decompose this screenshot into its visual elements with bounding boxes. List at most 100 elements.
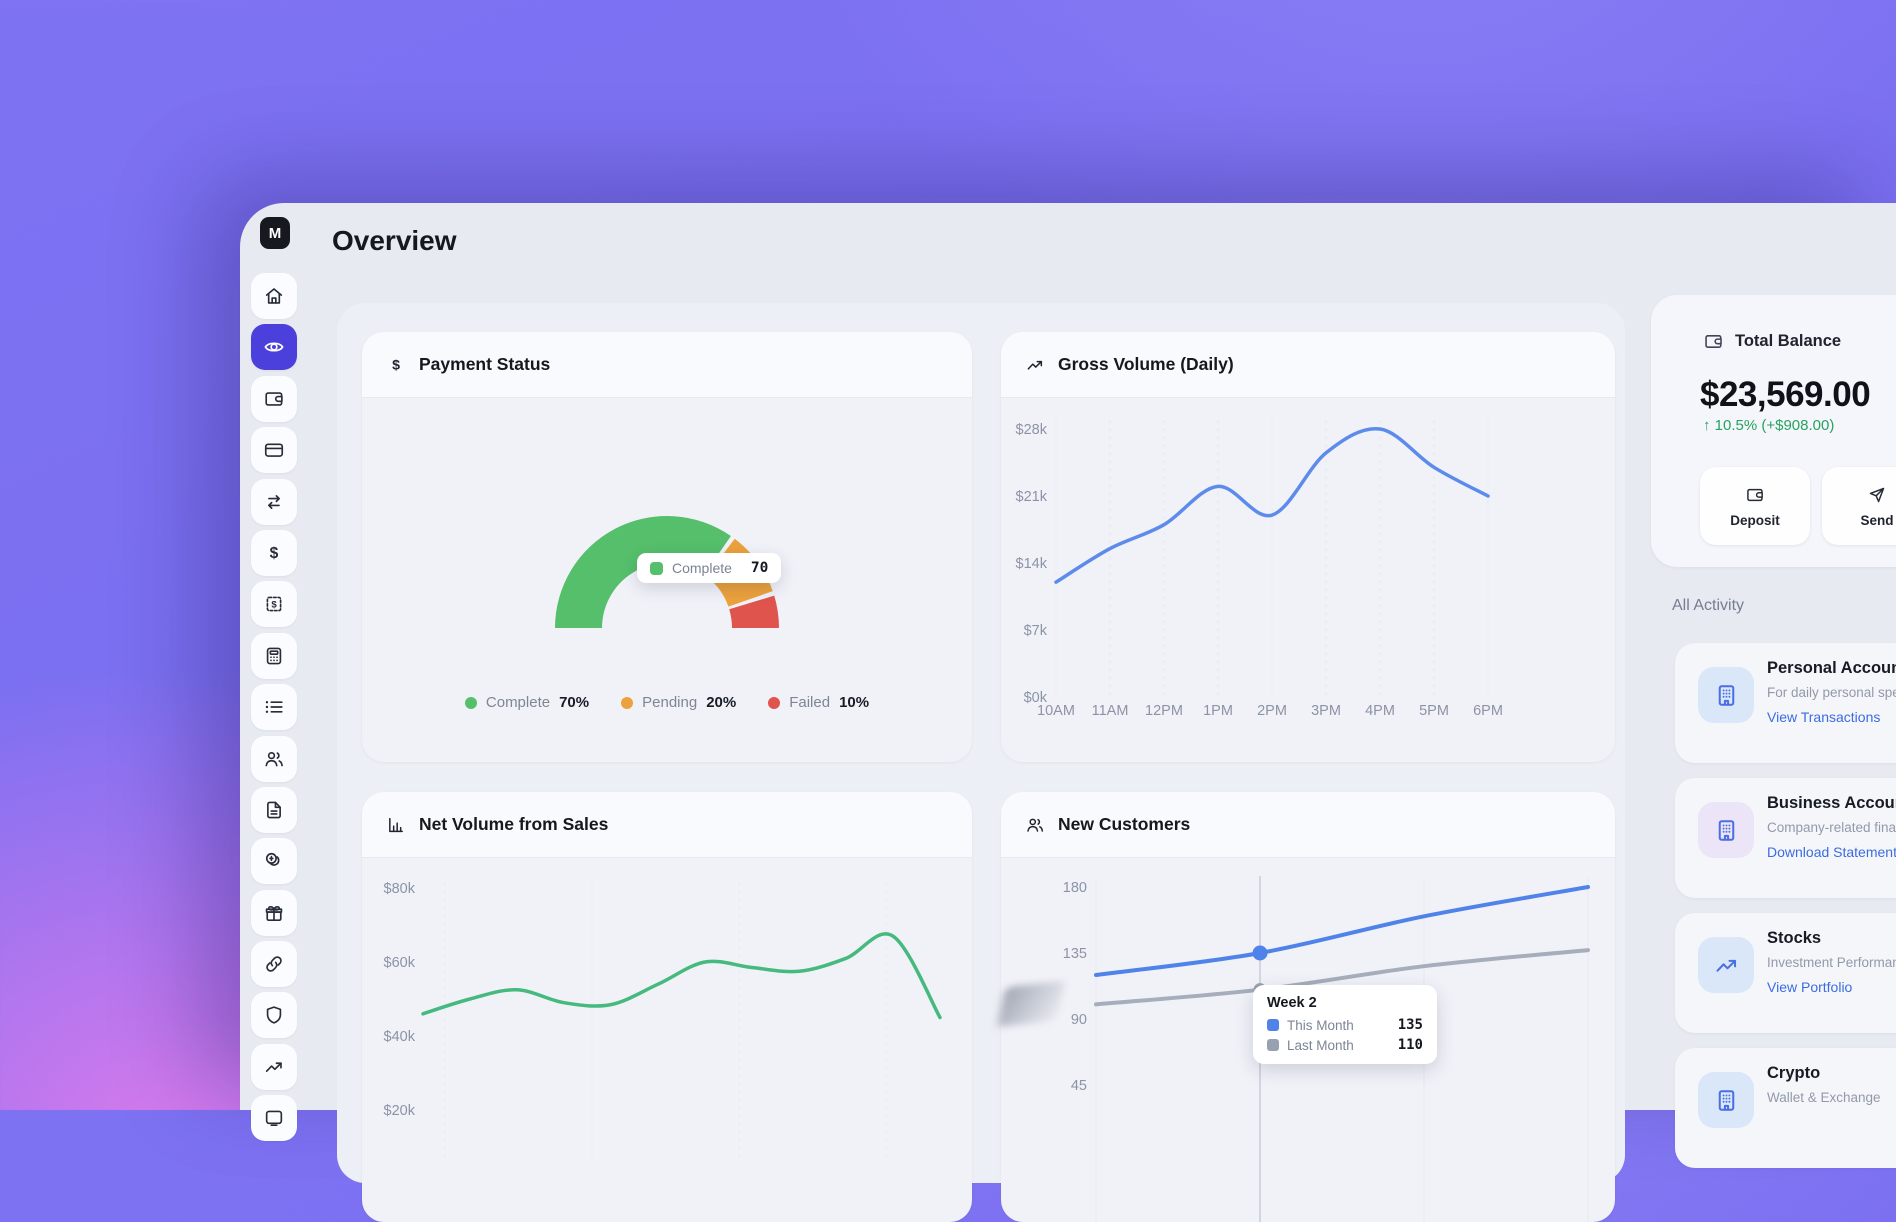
legend-swatch-complete bbox=[650, 562, 663, 575]
send-button[interactable]: Send bbox=[1822, 467, 1896, 545]
legend-dot bbox=[465, 697, 477, 709]
sidebar-item-analytics[interactable] bbox=[251, 1044, 297, 1090]
activity-link[interactable]: Download Statement bbox=[1767, 844, 1896, 860]
all-activity-heading: All Activity bbox=[1672, 597, 1744, 615]
svg-text:11AM: 11AM bbox=[1092, 703, 1129, 719]
tooltip-label: Complete bbox=[672, 560, 732, 576]
legend-value: 20% bbox=[706, 694, 736, 711]
wallet-icon bbox=[263, 388, 285, 410]
dashboard-window: M Overview $$ $ Payment Status Complete … bbox=[240, 203, 1896, 1110]
svg-text:3PM: 3PM bbox=[1311, 703, 1341, 719]
svg-text:1PM: 1PM bbox=[1203, 703, 1233, 719]
sidebar-item-rewards[interactable] bbox=[251, 890, 297, 936]
activity-card-crypto[interactable]: Crypto Wallet & Exchange bbox=[1675, 1048, 1896, 1168]
card-header: $ Payment Status bbox=[362, 332, 972, 398]
series-swatch bbox=[1267, 1019, 1279, 1031]
gift-icon bbox=[263, 902, 285, 924]
card-title: New Customers bbox=[1058, 814, 1190, 835]
legend-dot bbox=[621, 697, 633, 709]
svg-text:$20k: $20k bbox=[384, 1103, 416, 1119]
dollar-icon: $ bbox=[386, 355, 406, 375]
sidebar-item-payments[interactable]: $ bbox=[251, 530, 297, 576]
gross-volume-card: Gross Volume (Daily) $28k$21k$14k$7k$0k1… bbox=[1001, 332, 1615, 762]
chart-tooltip: Week 2 This Month 135 Last Month 110 bbox=[1253, 985, 1437, 1064]
sidebar-item-home[interactable] bbox=[251, 273, 297, 319]
net-volume-line-chart[interactable]: $80k$60k$40k$20k bbox=[362, 858, 972, 1222]
content-panel: $ Payment Status Complete 70 Complete 70… bbox=[337, 303, 1625, 1183]
sidebar-item-coins[interactable] bbox=[251, 838, 297, 884]
tooltip-row: Last Month 110 bbox=[1267, 1037, 1423, 1053]
sidebar-item-cards[interactable] bbox=[251, 427, 297, 473]
balance-change: ↑ 10.5% (+$908.00) bbox=[1703, 417, 1834, 434]
legend-dot bbox=[768, 697, 780, 709]
sidebar-item-documents[interactable] bbox=[251, 787, 297, 833]
activity-title: Crypto bbox=[1767, 1064, 1820, 1083]
sidebar-item-list[interactable] bbox=[251, 684, 297, 730]
card-title: Net Volume from Sales bbox=[419, 814, 608, 835]
deposit-button[interactable]: Deposit bbox=[1700, 467, 1810, 545]
legend-item: Pending 20% bbox=[621, 694, 736, 711]
activity-subtitle: Investment Performance bbox=[1767, 955, 1896, 970]
bar-chart-icon bbox=[386, 815, 406, 835]
activity-title: Stocks bbox=[1767, 929, 1821, 948]
building-icon bbox=[1698, 667, 1754, 723]
sidebar-item-overview[interactable] bbox=[251, 324, 297, 370]
tooltip-series-value: 135 bbox=[1398, 1017, 1423, 1033]
card-title: Gross Volume (Daily) bbox=[1058, 354, 1234, 375]
svg-text:$: $ bbox=[392, 357, 400, 373]
legend-label: Complete bbox=[486, 694, 550, 711]
gross-volume-line-chart[interactable]: $28k$21k$14k$7k$0k10AM11AM12PM1PM2PM3PM4… bbox=[1001, 398, 1615, 762]
activity-subtitle: Wallet & Exchange bbox=[1767, 1090, 1881, 1105]
activity-card-stocks[interactable]: Stocks Investment Performance View Portfo… bbox=[1675, 913, 1896, 1033]
series-swatch bbox=[1267, 1039, 1279, 1051]
card-header: Net Volume from Sales bbox=[362, 792, 972, 858]
eye-icon bbox=[263, 336, 285, 358]
svg-text:10AM: 10AM bbox=[1037, 703, 1075, 719]
card-header: Gross Volume (Daily) bbox=[1001, 332, 1615, 398]
sidebar-item-links[interactable] bbox=[251, 941, 297, 987]
sidebar-item-transfers[interactable] bbox=[251, 479, 297, 525]
sidebar-item-devices[interactable] bbox=[251, 1095, 297, 1141]
transfer-icon bbox=[263, 491, 285, 513]
trend-icon bbox=[1698, 937, 1754, 993]
activity-link[interactable]: View Portfolio bbox=[1767, 979, 1852, 995]
svg-text:12PM: 12PM bbox=[1145, 703, 1183, 719]
net-volume-card: Net Volume from Sales $80k$60k$40k$20k bbox=[362, 792, 972, 1222]
page-title: Overview bbox=[332, 225, 457, 257]
trend-icon bbox=[263, 1056, 285, 1078]
sidebar-item-customers[interactable] bbox=[251, 736, 297, 782]
building-icon bbox=[1698, 802, 1754, 858]
sidebar-item-security[interactable] bbox=[251, 992, 297, 1038]
activity-card-personal-account[interactable]: Personal Account For daily personal spen… bbox=[1675, 643, 1896, 763]
legend-label: Pending bbox=[642, 694, 697, 711]
activity-link[interactable]: View Transactions bbox=[1767, 709, 1880, 725]
svg-text:6PM: 6PM bbox=[1473, 703, 1503, 719]
legend-label: Failed bbox=[789, 694, 830, 711]
gauge-legend: Complete 70% Pending 20% Failed 10% bbox=[362, 694, 972, 711]
tooltip-series-label: Last Month bbox=[1287, 1038, 1354, 1053]
legend-item: Complete 70% bbox=[465, 694, 589, 711]
send-icon bbox=[1867, 485, 1887, 505]
button-label: Deposit bbox=[1730, 513, 1780, 528]
activity-card-business-account[interactable]: Business Account Company-related finance… bbox=[1675, 778, 1896, 898]
wallet-icon bbox=[1703, 331, 1724, 352]
legend-item: Failed 10% bbox=[768, 694, 869, 711]
tooltip-series-value: 110 bbox=[1398, 1037, 1423, 1053]
sidebar-item-invoices[interactable]: $ bbox=[251, 581, 297, 627]
wallet-icon bbox=[1745, 485, 1765, 505]
svg-text:90: 90 bbox=[1071, 1012, 1087, 1028]
total-balance-card: Total Balance $23,569.00 ↑ 10.5% (+$908.… bbox=[1651, 295, 1896, 567]
payment-status-card: $ Payment Status Complete 70 Complete 70… bbox=[362, 332, 972, 762]
credit-card-icon bbox=[263, 439, 285, 461]
tooltip-title: Week 2 bbox=[1267, 995, 1423, 1011]
card-body: $28k$21k$14k$7k$0k10AM11AM12PM1PM2PM3PM4… bbox=[1001, 398, 1615, 762]
sidebar-item-calculator[interactable] bbox=[251, 633, 297, 679]
activity-title: Business Account bbox=[1767, 794, 1896, 813]
svg-text:$80k: $80k bbox=[384, 881, 416, 897]
sidebar-item-wallet[interactable] bbox=[251, 376, 297, 422]
gauge-tooltip: Complete 70 bbox=[637, 553, 781, 583]
svg-text:$40k: $40k bbox=[384, 1029, 416, 1045]
calculator-icon bbox=[263, 645, 285, 667]
home-icon bbox=[263, 285, 285, 307]
svg-text:$7k: $7k bbox=[1024, 623, 1048, 639]
